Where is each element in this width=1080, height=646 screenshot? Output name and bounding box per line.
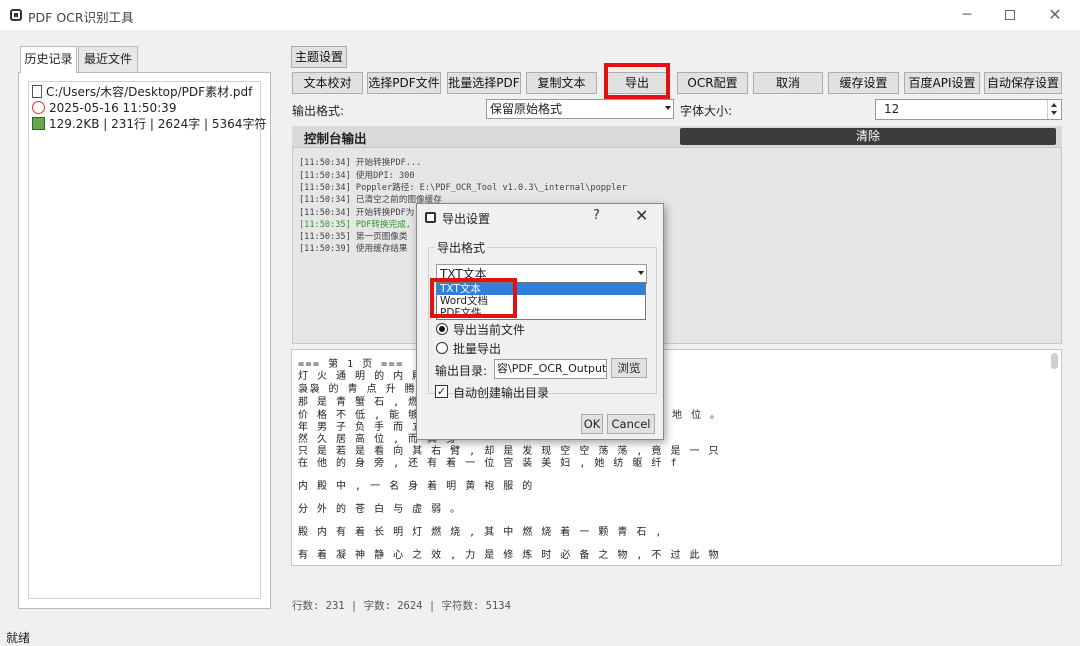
- font-size-value: 12: [884, 102, 900, 116]
- select-pdf-button[interactable]: 选择PDF文件: [367, 72, 441, 94]
- export-current-radio[interactable]: [436, 323, 448, 335]
- format-options-highlight-box: [430, 278, 517, 318]
- log-line: [11:50:34] Poppler路径: E:\PDF_OCR_Tool v1…: [299, 183, 627, 193]
- export-format-group-label: 导出格式: [435, 239, 488, 256]
- document-icon: [32, 85, 42, 98]
- output-format-label: 输出格式:: [292, 104, 345, 118]
- history-pane: C:/Users/木容/Desktop/PDF素材.pdf 2025-05-16…: [18, 72, 271, 609]
- cancel-button[interactable]: 取消: [753, 72, 823, 94]
- font-size-label: 字体大小:: [680, 104, 733, 118]
- status-text: 就绪: [6, 631, 31, 645]
- minimize-button[interactable]: ─: [952, 4, 982, 26]
- export-current-label: 导出当前文件: [453, 323, 526, 337]
- ok-button[interactable]: OK: [581, 414, 603, 434]
- batch-export-radio[interactable]: [436, 342, 448, 354]
- title-bar: PDF OCR识别工具 ─ ✕: [0, 0, 1080, 30]
- alarm-clock-icon: [32, 101, 45, 114]
- history-list[interactable]: C:/Users/木容/Desktop/PDF素材.pdf 2025-05-16…: [28, 81, 266, 599]
- spin-down-icon[interactable]: [1051, 111, 1057, 115]
- output-dir-label: 输出目录:: [435, 364, 488, 378]
- app-icon: [10, 9, 22, 21]
- dialog-cancel-button[interactable]: Cancel: [607, 414, 655, 434]
- dialog-title: 导出设置: [442, 212, 491, 226]
- theme-settings-button[interactable]: 主题设置: [291, 46, 347, 68]
- console-title: 控制台输出: [304, 131, 367, 146]
- log-line: [11:50:34] 开始转换PDF...: [299, 158, 422, 168]
- log-line: [11:50:35] 第一页图像类: [299, 232, 408, 242]
- output-line-fragment: 地 位 。: [672, 410, 722, 421]
- output-dir-input[interactable]: 容\PDF_OCR_Output: [494, 359, 607, 379]
- chevron-down-icon: [665, 106, 671, 110]
- dialog-close-button[interactable]: ✕: [635, 206, 648, 225]
- console-output[interactable]: [11:50:34] 开始转换PDF... [11:50:34] 使用DPI: …: [292, 147, 1062, 344]
- close-window-button[interactable]: ✕: [1040, 4, 1070, 26]
- window-title: PDF OCR识别工具: [28, 10, 134, 25]
- output-format-value: 保留原始格式: [490, 102, 563, 116]
- baidu-api-settings-button[interactable]: 百度API设置: [904, 72, 980, 94]
- output-line: 分 外 的 苍 白 与 虚 弱 。: [298, 504, 462, 515]
- log-line: [11:50:39] 使用缓存结果: [299, 244, 408, 254]
- console-header: 控制台输出 清除: [292, 126, 1062, 147]
- batch-select-pdf-button[interactable]: 批量选择PDF: [447, 72, 521, 94]
- output-line: 殿 内 有 着 长 明 灯 燃 烧 , 其 中 燃 烧 着 一 颗 青 石 ,: [298, 527, 663, 538]
- maximize-icon: [1005, 10, 1015, 20]
- log-line: [11:50:34] 开始转换PDF为: [299, 208, 415, 218]
- log-line: [11:50:35] PDF转换完成,: [299, 220, 411, 230]
- chart-icon: [32, 117, 45, 130]
- batch-export-label: 批量导出: [453, 342, 502, 356]
- history-item-time: 2025-05-16 11:50:39: [32, 100, 176, 116]
- history-item-path[interactable]: C:/Users/木容/Desktop/PDF素材.pdf: [32, 84, 252, 100]
- maximize-button[interactable]: [995, 4, 1025, 26]
- browse-button[interactable]: 浏览: [611, 358, 647, 378]
- text-stats: 行数: 231 | 字数: 2624 | 字符数: 5134: [292, 600, 511, 612]
- output-line: 内 殿 中 , 一 名 身 着 明 黄 袍 服 的: [298, 481, 534, 492]
- font-size-spinbox[interactable]: 12: [875, 99, 1062, 120]
- output-line: 有 着 凝 神 静 心 之 效 , 力 是 修 炼 时 必 备 之 物 , 不 …: [298, 550, 720, 561]
- spin-up-icon[interactable]: [1051, 103, 1057, 107]
- log-line: [11:50:34] 使用DPI: 300: [299, 171, 415, 181]
- auto-create-dir-checkbox[interactable]: ✓: [435, 385, 448, 398]
- history-time-text: 2025-05-16 11:50:39: [49, 101, 177, 115]
- help-button[interactable]: ?: [593, 208, 600, 223]
- copy-text-button[interactable]: 复制文本: [526, 72, 597, 94]
- output-scrollbar[interactable]: [1051, 353, 1058, 369]
- history-stats-text: 129.2KB | 231行 | 2624字 | 5364字符: [49, 117, 267, 131]
- history-item-stats: 129.2KB | 231行 | 2624字 | 5364字符: [32, 116, 266, 132]
- spin-buttons[interactable]: [1047, 100, 1061, 119]
- ocr-config-button[interactable]: OCR配置: [677, 72, 748, 94]
- tab-recent-files[interactable]: 最近文件: [78, 46, 138, 72]
- export-settings-dialog: 导出设置 ? ✕ 导出格式 TXT文本 导出当前文件 批量导出 TXT文本 Wo…: [416, 203, 664, 440]
- output-format-select[interactable]: 保留原始格式: [486, 99, 674, 119]
- cache-settings-button[interactable]: 缓存设置: [828, 72, 899, 94]
- auto-create-dir-label: 自动创建输出目录: [453, 386, 550, 400]
- dialog-app-icon: [425, 212, 436, 223]
- chevron-down-icon: [638, 271, 644, 275]
- ocr-text-output[interactable]: === 第 1 页 === 灯 火 通 明 的 内 殿 之 袅袅 的 青 点 升…: [291, 349, 1062, 566]
- tab-history[interactable]: 历史记录: [20, 46, 77, 73]
- output-line: 在 他 的 身 旁 , 还 有 着 一 位 宫 装 美 妇 , 她 纺 躯 纤 …: [298, 458, 678, 469]
- clear-console-button[interactable]: 清除: [680, 128, 1056, 145]
- autosave-settings-button[interactable]: 自动保存设置: [984, 72, 1062, 94]
- proofread-button[interactable]: 文本校对: [292, 72, 363, 94]
- export-highlight-box: [604, 63, 670, 99]
- history-path-text: C:/Users/木容/Desktop/PDF素材.pdf: [46, 85, 253, 99]
